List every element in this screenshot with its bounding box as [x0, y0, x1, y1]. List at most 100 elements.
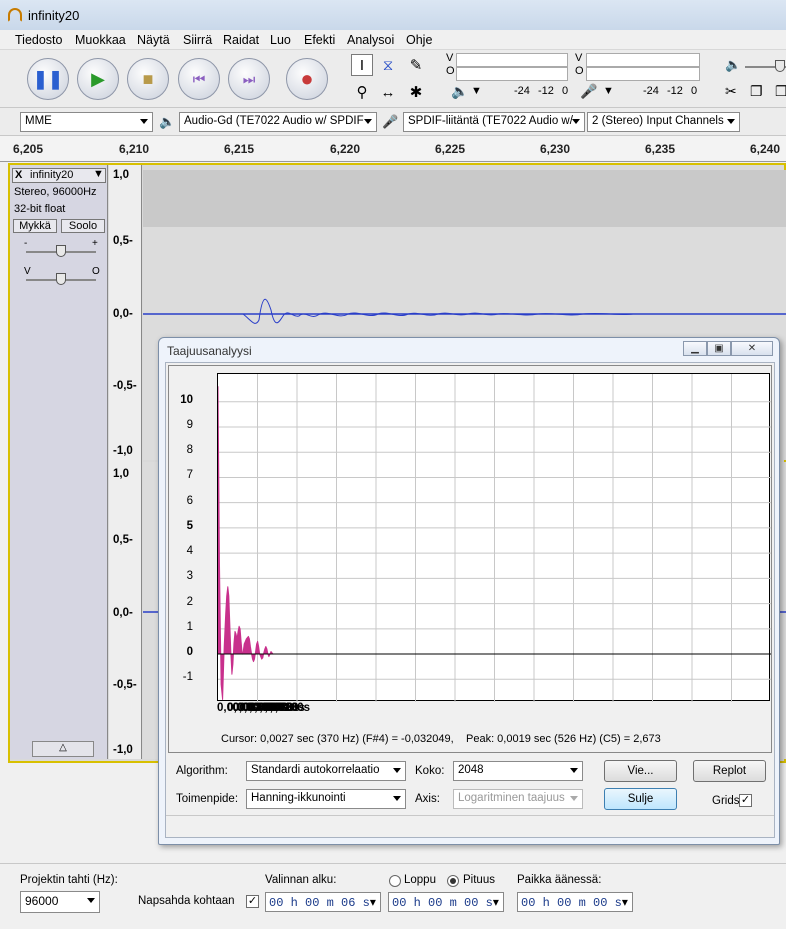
minimize-button[interactable]: ▁ [683, 341, 707, 356]
ibeam-icon: I [359, 56, 365, 74]
menu-transport[interactable]: Siirrä [183, 33, 212, 47]
meter-tick: -24 [643, 85, 659, 97]
y-tick-label: 9 [186, 418, 193, 431]
magnifier-icon: ⚲ [356, 84, 368, 101]
play-button[interactable]: ▶ [77, 58, 119, 100]
skip-start-button[interactable]: ⏮ [178, 58, 220, 100]
vruler-tick: -1,0 [113, 744, 133, 756]
audio-position-field[interactable]: 00 h 00 m 00 s▾ [517, 892, 633, 912]
length-radio[interactable] [447, 875, 459, 887]
menu-analyze[interactable]: Analysoi [347, 33, 394, 47]
multi-tool[interactable]: ✱ [405, 81, 427, 103]
recording-device-value: SPDIF-liitäntä (TE7022 Audio w/ [408, 115, 573, 127]
y-tick-label: 1 [186, 620, 193, 633]
gain-minus-label: - [24, 238, 28, 249]
timeshift-icon: ↔ [380, 83, 396, 101]
maximize-button[interactable]: ▣ [707, 341, 731, 356]
function-select[interactable]: Hanning-ikkunointi [246, 789, 406, 809]
recording-device-select[interactable]: SPDIF-liitäntä (TE7022 Audio w/ [403, 112, 585, 132]
pause-button[interactable]: ❚❚ [27, 58, 69, 100]
speaker-icon: 🔈 [451, 83, 469, 99]
ruler-tick: 6,235 [645, 142, 676, 156]
pan-knob[interactable] [56, 273, 66, 285]
timeshift-tool[interactable]: ↔ [377, 81, 399, 103]
meter-tick: -12 [538, 85, 554, 97]
close-icon[interactable]: X [15, 169, 22, 181]
selection-tool[interactable]: I [351, 54, 373, 76]
size-select[interactable]: 2048 [453, 761, 583, 781]
record-meter[interactable] [586, 53, 700, 67]
chevron-down-icon[interactable]: ▼ [471, 85, 482, 97]
export-button[interactable]: Vie... [604, 760, 677, 782]
chevron-down-icon[interactable]: ▼ [603, 85, 614, 97]
dialog-body: 10 9 8 7 6 5 4 3 2 1 0 -1 0,0000s 0,0020s 0,0030s 0,00… [165, 362, 775, 838]
menu-tracks[interactable]: Raidat [223, 33, 259, 47]
meter-tick: 0 [691, 85, 698, 97]
audio-position-value: 00 h 00 m 00 s [521, 896, 622, 910]
record-meter-right[interactable] [586, 67, 700, 81]
ruler-tick: 6,205 [13, 142, 44, 156]
pencil-icon: ✎ [409, 57, 423, 74]
vruler-tick: 0,5- [113, 235, 133, 247]
skip-end-button[interactable]: ⏭ [228, 58, 270, 100]
grids-checkbox[interactable]: ✓ [739, 794, 752, 807]
skip-start-icon: ⏮ [192, 70, 206, 87]
timeline-ruler[interactable]: 6,205 6,210 6,215 6,220 6,225 6,230 6,23… [0, 136, 786, 162]
microphone-icon: 🎤 [382, 114, 399, 129]
menu-generate[interactable]: Luo [270, 33, 291, 47]
channels-select[interactable]: 2 (Stereo) Input Channels [587, 112, 740, 132]
vruler-tick: -0,5- [113, 380, 137, 392]
menu-view[interactable]: Näytä [137, 33, 170, 47]
stop-button[interactable]: ■ [127, 58, 169, 100]
copy-icon[interactable]: ❐ [750, 83, 763, 100]
autocorrelation-area [217, 386, 274, 700]
solo-button[interactable]: Soolo [61, 219, 105, 233]
record-icon: ● [300, 66, 314, 91]
selection-start-value: 00 h 00 m 06 s [269, 896, 370, 910]
algorithm-value: Standardi autokorrelaatio [251, 764, 380, 776]
menu-edit[interactable]: Muokkaa [75, 33, 126, 47]
playback-volume-knob[interactable] [775, 60, 785, 72]
track-name: infinity20 [30, 169, 74, 181]
collapse-button[interactable]: △ [32, 741, 94, 757]
ruler-tick: 6,220 [330, 142, 361, 156]
close-button[interactable]: Sulje [604, 788, 677, 810]
vruler-tick: 1,0 [113, 169, 129, 181]
host-select[interactable]: MME [20, 112, 153, 132]
selection-length-field[interactable]: 00 h 00 m 00 s▾ [388, 892, 504, 912]
playback-meter[interactable] [456, 53, 568, 67]
dialog-close-button[interactable]: ✕ [731, 341, 773, 356]
menu-help[interactable]: Ohje [406, 33, 432, 47]
selection-start-field[interactable]: 00 h 00 m 06 s▾ [265, 892, 381, 912]
playback-meter-right[interactable] [456, 67, 568, 81]
channels-value: 2 (Stereo) Input Channels [592, 115, 724, 127]
mute-button[interactable]: Mykkä [13, 219, 57, 233]
scissors-icon[interactable]: ✂ [725, 83, 737, 100]
track-name-menu[interactable]: X infinity20 ▼ [12, 168, 106, 183]
y-axis-ticks: 10 9 8 7 6 5 4 3 2 1 0 -1 [169, 373, 215, 701]
project-rate-value: 96000 [25, 894, 59, 908]
replot-button[interactable]: Replot [693, 760, 766, 782]
snap-to-checkbox[interactable]: ✓ [246, 895, 259, 908]
meter-output-label-2: V [575, 52, 583, 64]
draw-tool[interactable]: ✎ [405, 54, 427, 76]
algorithm-select[interactable]: Standardi autokorrelaatio [246, 761, 406, 781]
gain-knob[interactable] [56, 245, 66, 257]
autocorrelation-plot[interactable] [217, 373, 771, 702]
project-rate-select[interactable]: 96000 [20, 891, 100, 913]
pause-icon: ❚❚ [32, 68, 64, 89]
zoom-tool[interactable]: ⚲ [351, 81, 373, 103]
peak-readout: Peak: 0,0019 sec (526 Hz) (C5) = 2,673 [466, 733, 661, 745]
y-tick-label: 10 [180, 393, 193, 406]
y-tick-label: 6 [186, 494, 193, 507]
vruler-tick: 0,0- [113, 308, 133, 320]
vertical-ruler: 1,0 0,5- 0,0- -0,5- -1,0 1,0 0,5- 0,0- -… [109, 165, 142, 759]
envelope-icon: ⧖ [382, 56, 394, 74]
menu-effect[interactable]: Efekti [304, 33, 335, 47]
playback-device-select[interactable]: Audio-Gd (TE7022 Audio w/ SPDIF [179, 112, 377, 132]
menu-file[interactable]: Tiedosto [15, 33, 62, 47]
end-radio[interactable] [389, 875, 401, 887]
envelope-tool[interactable]: ⧖ [377, 54, 399, 76]
record-button[interactable]: ● [286, 58, 328, 100]
paste-icon[interactable]: ❐ [775, 83, 786, 100]
